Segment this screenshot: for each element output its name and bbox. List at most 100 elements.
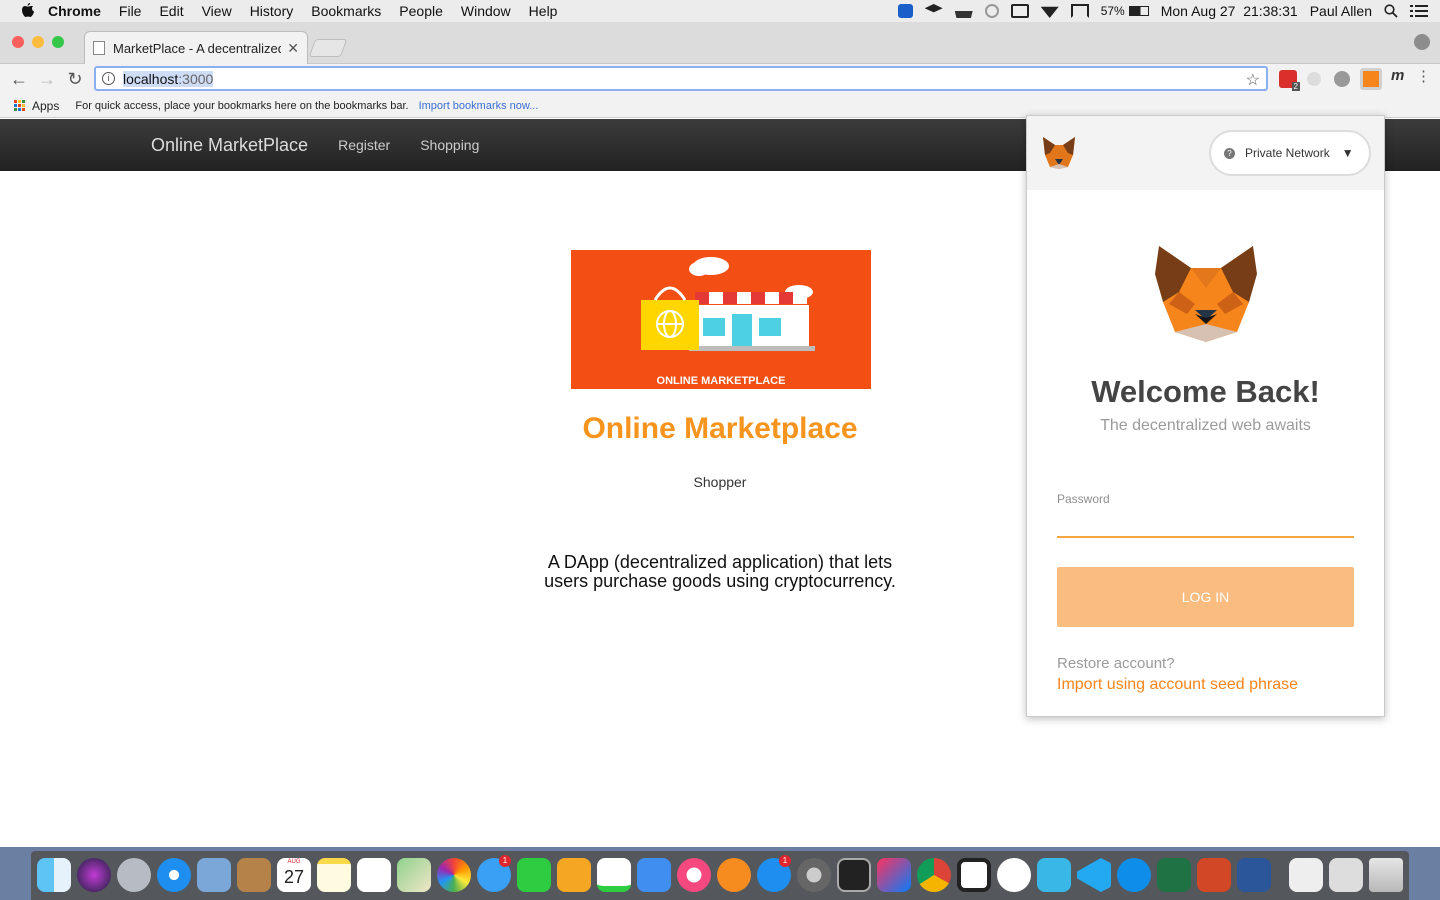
keynote-icon[interactable] (637, 858, 671, 892)
url-port: :3000 (178, 70, 214, 87)
wifi-icon[interactable] (1040, 6, 1059, 18)
system-preferences-icon[interactable] (797, 858, 831, 892)
forward-icon[interactable]: → (37, 69, 57, 89)
reminders-icon[interactable] (357, 858, 391, 892)
notes-icon[interactable] (317, 858, 351, 892)
extension-gear-icon[interactable] (1334, 71, 1350, 87)
new-tab-button[interactable] (308, 39, 348, 57)
close-tab-icon[interactable]: ✕ (287, 40, 299, 57)
teamviewer-status-icon[interactable] (897, 4, 913, 18)
reload-icon[interactable]: ↻ (65, 69, 85, 89)
battery-percent: 57% (1100, 4, 1125, 18)
menu-history[interactable]: History (250, 3, 294, 19)
airplay-icon[interactable] (1070, 4, 1089, 18)
apple-icon[interactable] (20, 3, 36, 19)
finder-icon[interactable] (37, 858, 71, 892)
extension-m-icon[interactable]: m (1391, 67, 1409, 85)
import-seed-phrase-link[interactable]: Import using account seed phrase (1057, 676, 1298, 694)
user-name[interactable]: Paul Allen (1310, 3, 1372, 19)
profile-icon[interactable] (1414, 34, 1430, 50)
calendar-icon[interactable]: AUG 27 (277, 858, 311, 892)
calendar-day: 27 (283, 867, 305, 887)
teamviewer-icon[interactable] (1117, 858, 1151, 892)
description-line-2: users purchase goods using cryptocurrenc… (544, 571, 896, 591)
safari-icon[interactable] (157, 858, 191, 892)
menu-help[interactable]: Help (529, 3, 558, 19)
facetime-icon[interactable] (517, 858, 551, 892)
chevron-down-icon: ▼ (1341, 146, 1354, 160)
keyboard-status-icon[interactable] (1010, 4, 1029, 18)
launchpad-icon[interactable] (117, 858, 151, 892)
clock[interactable]: Mon Aug 27 21:38:31 (1161, 3, 1298, 19)
chrome-icon[interactable] (917, 858, 951, 892)
metamask-extension-icon[interactable] (1360, 68, 1382, 90)
storefront-illustration (641, 257, 815, 351)
sourcetree-icon[interactable] (957, 858, 991, 892)
preview-icon[interactable] (197, 858, 231, 892)
intellij-icon[interactable] (877, 858, 911, 892)
sync-status-icon[interactable] (984, 4, 999, 18)
import-bookmarks-link[interactable]: Import bookmarks now... (419, 100, 539, 112)
browser-window: MarketPlace - A decentralized ✕ ← → ↻ i … (0, 22, 1440, 847)
nav-shopping[interactable]: Shopping (420, 137, 479, 153)
sequel-pro-icon[interactable] (997, 858, 1031, 892)
vscode-icon[interactable] (1077, 858, 1111, 892)
site-brand[interactable]: Online MarketPlace (151, 135, 308, 156)
downloads-stack-icon[interactable] (1329, 858, 1363, 892)
terminal-icon[interactable] (837, 858, 871, 892)
extension-badge-count: 2 (1291, 82, 1300, 91)
tab-marketplace[interactable]: MarketPlace - A decentralized ✕ (84, 31, 308, 64)
page-description: A DApp (decentralized application) that … (520, 553, 920, 591)
contacts-icon[interactable] (237, 858, 271, 892)
metamask-fox-icon[interactable] (1041, 135, 1077, 171)
address-bar[interactable]: i localhost:3000 ☆ (94, 66, 1268, 91)
tab-title: MarketPlace - A decentralized (113, 40, 282, 56)
battery-icon[interactable] (1128, 6, 1149, 16)
notification-center-icon[interactable] (1410, 4, 1428, 18)
photos-icon[interactable] (437, 858, 471, 892)
pages-icon[interactable] (557, 858, 591, 892)
numbers-icon[interactable] (597, 858, 631, 892)
apps-grid-icon[interactable] (14, 99, 26, 112)
site-info-icon[interactable]: i (102, 72, 115, 85)
powerpoint-icon[interactable] (1197, 858, 1231, 892)
menu-edit[interactable]: Edit (159, 3, 183, 19)
close-window-button[interactable] (12, 36, 24, 48)
calendar-month: AUG (287, 859, 301, 865)
menu-bookmarks[interactable]: Bookmarks (311, 3, 381, 19)
itunes-icon[interactable] (677, 858, 711, 892)
network-selector[interactable]: ? Private Network ▼ (1209, 130, 1371, 176)
bookmark-star-icon[interactable]: ☆ (1246, 70, 1260, 90)
hero-image: ONLINE MARKETPLACE (571, 250, 871, 389)
siri-icon[interactable] (77, 858, 111, 892)
documents-folder-icon[interactable] (1289, 858, 1323, 892)
spotlight-search-icon[interactable] (1384, 4, 1398, 18)
minimize-window-button[interactable] (32, 36, 44, 48)
extension-badge-icon[interactable]: 2 (1279, 70, 1300, 91)
hero-caption: ONLINE MARKETPLACE (656, 375, 786, 387)
nav-register[interactable]: Register (338, 137, 390, 153)
page-icon (93, 41, 105, 55)
menu-view[interactable]: View (202, 3, 232, 19)
menu-people[interactable]: People (399, 3, 443, 19)
browser-toolbar: ← → ↻ i localhost:3000 ☆ 2 m ⋮ (0, 64, 1440, 94)
dropbox-status-icon[interactable] (924, 4, 943, 13)
menu-bar: Chrome File Edit View History Bookmarks … (0, 0, 1440, 22)
docker-status-icon[interactable] (954, 11, 973, 18)
maps-icon[interactable] (397, 858, 431, 892)
apps-shortcut[interactable]: Apps (32, 99, 59, 113)
word-icon[interactable] (1237, 858, 1271, 892)
extension-circle-icon[interactable] (1307, 72, 1321, 86)
password-field[interactable] (1057, 508, 1354, 538)
menu-file[interactable]: File (119, 3, 142, 19)
menu-window[interactable]: Window (461, 3, 511, 19)
zoom-window-button[interactable] (52, 36, 64, 48)
excel-icon[interactable] (1157, 858, 1191, 892)
chrome-menu-icon[interactable]: ⋮ (1416, 67, 1434, 85)
trash-icon[interactable] (1369, 858, 1403, 892)
ibooks-icon[interactable] (717, 858, 751, 892)
menu-app-chrome[interactable]: Chrome (48, 3, 101, 19)
back-icon[interactable]: ← (9, 69, 29, 89)
tableplus-icon[interactable] (1037, 858, 1071, 892)
login-button[interactable]: LOG IN (1057, 567, 1354, 627)
